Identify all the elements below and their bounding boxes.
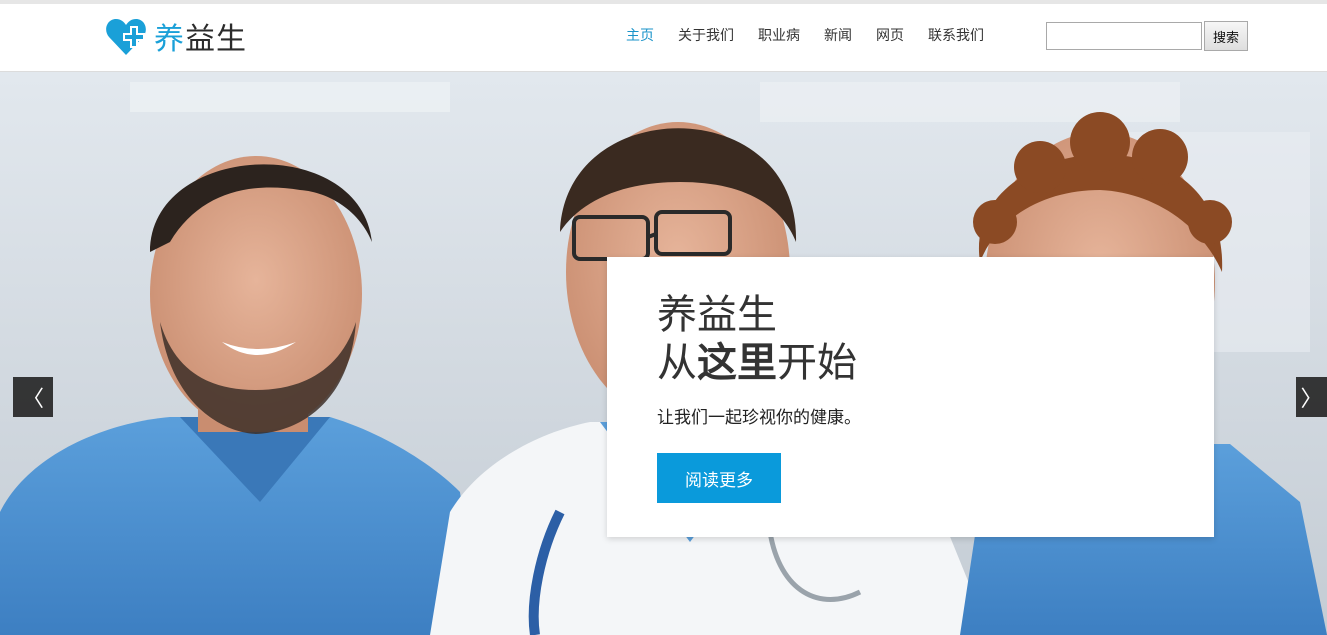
hero-subtitle: 让我们一起珍视你的健康。 [657,408,861,428]
hero-caption-box: 养益生 从这里开始 让我们一起珍视你的健康。 阅读更多 [607,257,1214,537]
search-input[interactable] [1046,22,1202,50]
site-header: 养益生 主页 关于我们 职业病 新闻 网页 联系我们 搜索 [0,4,1327,72]
nav-item-about[interactable]: 关于我们 [666,24,746,48]
carousel-next-button[interactable]: 〉 [1296,377,1327,417]
nav-item-home[interactable]: 主页 [614,24,666,48]
heart-cross-icon [106,19,146,55]
search-form: 搜索 [1046,21,1248,51]
site-logo[interactable]: 养益生 [104,15,247,57]
nav-item-contact[interactable]: 联系我们 [916,24,996,48]
search-button[interactable]: 搜索 [1204,21,1248,51]
hero-title: 养益生 从这里开始 [657,292,857,386]
nav-item-news[interactable]: 新闻 [812,24,864,48]
page: 养益生 主页 关于我们 职业病 新闻 网页 联系我们 搜索 〈 〉 养益生 从这… [0,0,1327,635]
brand-name: 养益生 [154,22,247,57]
carousel-prev-button[interactable]: 〈 [13,377,53,417]
hero-carousel: 〈 〉 养益生 从这里开始 让我们一起珍视你的健康。 阅读更多 [0,72,1327,635]
main-nav: 主页 关于我们 职业病 新闻 网页 联系我们 [614,24,996,48]
nav-item-web[interactable]: 网页 [864,24,916,48]
nav-item-occupational-disease[interactable]: 职业病 [746,24,812,48]
read-more-button[interactable]: 阅读更多 [657,453,781,503]
